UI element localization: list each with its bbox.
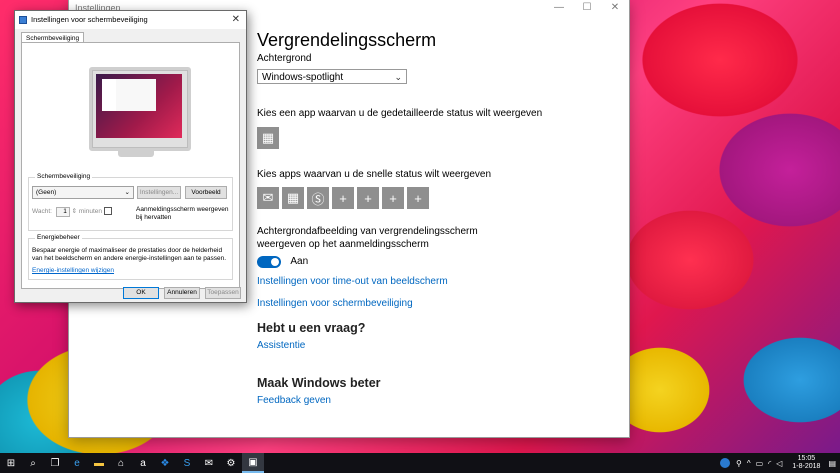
add-app-tile[interactable]: +: [382, 187, 404, 209]
task-view-icon[interactable]: ❐: [44, 453, 66, 473]
chevron-up-icon[interactable]: ^: [747, 459, 751, 468]
screensaver-group-title: Schermbeveiliging: [35, 173, 93, 180]
question-heading: Hebt u een vraag?: [257, 321, 366, 335]
chevron-down-icon: ⌄: [394, 72, 402, 82]
screensaver-settings-link[interactable]: Instellingen voor schermbeveiliging: [257, 298, 617, 309]
quick-status-apps: ✉ ▦ Ⓢ + + + +: [257, 187, 617, 209]
amazon-icon[interactable]: a: [132, 453, 154, 473]
settings-button[interactable]: Instellingen...: [137, 186, 181, 199]
settings-gear-icon[interactable]: ⚙: [220, 453, 242, 473]
clock[interactable]: 15:05 1-8-2018: [792, 455, 820, 471]
window-controls: — ☐ ✕: [545, 0, 629, 16]
clock-date: 1-8-2018: [792, 463, 821, 470]
people-icon[interactable]: [719, 458, 730, 468]
person-icon[interactable]: ⚲: [736, 459, 742, 468]
resume-label: Aanmeldingsscherm weergeven bij hervatte…: [136, 206, 229, 221]
battery-icon[interactable]: ▭: [756, 459, 764, 468]
detailed-status-apps: ▦: [257, 127, 617, 149]
ok-button[interactable]: OK: [123, 287, 159, 299]
volume-icon[interactable]: ◁: [776, 459, 782, 468]
show-background-toggle-row: Aan: [257, 254, 617, 268]
improve-heading: Maak Windows beter: [257, 376, 381, 390]
app-icon[interactable]: S: [176, 453, 198, 473]
power-description: Bespaar energie of maximaliseer de prest…: [32, 247, 227, 262]
screensaver-taskbar-icon[interactable]: ▣: [242, 453, 264, 473]
resume-checkbox[interactable]: [103, 207, 112, 216]
chevron-down-icon: ⌄: [124, 189, 130, 196]
background-value: Windows-spotlight: [262, 72, 344, 83]
power-group-title: Energiebeheer: [35, 234, 82, 241]
quick-status-label: Kies apps waarvan u de snelle status wil…: [257, 169, 492, 180]
add-app-tile[interactable]: +: [332, 187, 354, 209]
show-background-label: Achtergrondafbeelding van vergrendelings…: [257, 226, 478, 250]
dialog-panel: Schermbeveiliging (Geen) ⌄ Instellingen.…: [21, 42, 240, 289]
background-label: Achtergrond: [257, 53, 312, 64]
dialog-titlebar: Instellingen voor schermbeveiliging ✕: [15, 11, 246, 29]
file-explorer-icon[interactable]: ▬: [88, 453, 110, 473]
settings-content: Vergrendelingsscherm Achtergrond Windows…: [257, 30, 617, 406]
toggle-state-label: Aan: [290, 256, 309, 268]
dropbox-icon[interactable]: ❖: [154, 453, 176, 473]
dialog-close-button[interactable]: ✕: [232, 11, 240, 29]
minutes-label: minuten: [78, 208, 103, 215]
close-button[interactable]: ✕: [601, 0, 629, 16]
calendar-app-tile[interactable]: ▦: [257, 127, 279, 149]
cancel-button[interactable]: Annuleren: [164, 287, 200, 299]
clock-time: 15:05: [797, 455, 816, 462]
screensaver-dropdown[interactable]: (Geen) ⌄: [32, 186, 134, 199]
apply-button[interactable]: Toepassen: [205, 287, 241, 299]
minimize-button[interactable]: —: [545, 0, 573, 16]
add-app-tile[interactable]: +: [357, 187, 379, 209]
screensaver-value: (Geen): [36, 189, 57, 196]
store-icon[interactable]: ⌂: [110, 453, 132, 473]
preview-screen: [96, 74, 182, 138]
show-background-toggle[interactable]: [257, 255, 281, 268]
monitor-preview: [89, 67, 191, 151]
stepper-icon[interactable]: ⇕: [72, 208, 77, 215]
wait-label: Wacht:: [32, 208, 52, 215]
wifi-icon[interactable]: ◜: [768, 459, 771, 468]
mail-app-tile[interactable]: ✉: [257, 187, 279, 209]
maximize-button[interactable]: ☐: [573, 0, 601, 16]
add-app-tile[interactable]: +: [407, 187, 429, 209]
screensaver-group: Schermbeveiliging (Geen) ⌄ Instellingen.…: [28, 173, 233, 231]
wait-input[interactable]: 1: [55, 207, 70, 217]
notifications-icon[interactable]: ▤: [828, 459, 836, 468]
preview-window: [116, 79, 156, 111]
calendar-app-tile[interactable]: ▦: [282, 187, 304, 209]
background-dropdown[interactable]: Windows-spotlight ⌄: [257, 69, 407, 84]
power-settings-link[interactable]: Energie-instellingen wijzigen: [32, 267, 114, 274]
timeout-settings-link[interactable]: Instellingen voor time-out van beeldsche…: [257, 276, 617, 287]
system-tray: ⚲ ^ ▭ ◜ ◁ 15:05 1-8-2018 ▤: [719, 453, 836, 473]
monitor-stand: [118, 151, 154, 157]
screensaver-dialog: Instellingen voor schermbeveiliging ✕ Sc…: [14, 10, 247, 303]
dialog-title: Instellingen voor schermbeveiliging: [31, 15, 148, 24]
detailed-status-label: Kies een app waarvan u de gedetailleerde…: [257, 108, 543, 119]
assistance-link[interactable]: Assistentie: [257, 340, 617, 351]
skype-app-tile[interactable]: Ⓢ: [307, 187, 329, 209]
search-icon[interactable]: ⌕: [22, 453, 44, 473]
feedback-link[interactable]: Feedback geven: [257, 395, 617, 406]
preview-button[interactable]: Voorbeeld: [185, 186, 227, 199]
windows-start-icon[interactable]: ⊞: [0, 453, 22, 473]
page-title: Vergrendelingsscherm: [257, 30, 437, 50]
edge-icon[interactable]: e: [66, 453, 88, 473]
power-group: Energiebeheer Bespaar energie of maximal…: [28, 234, 233, 280]
screensaver-icon: [19, 16, 27, 24]
mail-icon[interactable]: ✉: [198, 453, 220, 473]
taskbar: ⊞ ⌕ ❐ e ▬ ⌂ a ❖ S ✉ ⚙ ▣ ⚲ ^ ▭ ◜ ◁ 15:05 …: [0, 453, 840, 473]
